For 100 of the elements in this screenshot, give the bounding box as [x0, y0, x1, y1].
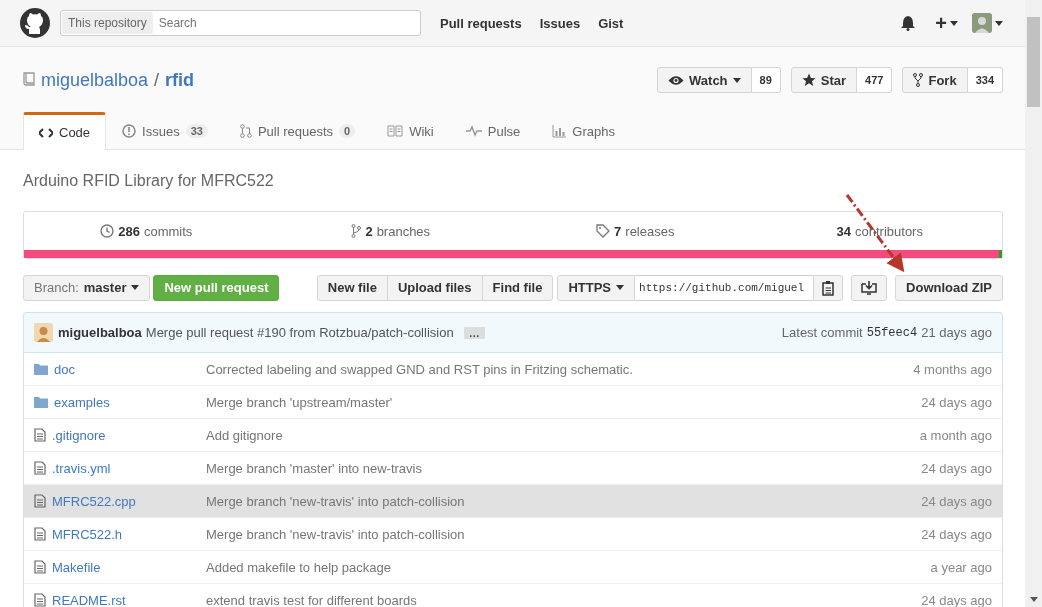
- commit-message-link[interactable]: Added makefile to help package: [206, 559, 931, 575]
- file-link[interactable]: .travis.yml: [52, 460, 111, 476]
- latest-commit-label: Latest commit: [781, 325, 863, 340]
- octocat-logo-icon: [20, 8, 50, 38]
- copy-button[interactable]: [813, 274, 844, 301]
- file-icon: [34, 560, 46, 574]
- caret-icon: [950, 20, 958, 26]
- file-button[interactable]: Find file: [481, 274, 554, 301]
- expand-button[interactable]: …: [463, 326, 485, 339]
- star-button[interactable]: Star: [790, 67, 858, 93]
- tag-icon: [596, 224, 611, 238]
- commit-message-link[interactable]: Corrected labeling and swapped GND and RST pins in Fritzing schematic.: [206, 361, 914, 377]
- file-link[interactable]: .gitignore: [52, 427, 106, 443]
- commit-message[interactable]: Merge pull request #190 from Rotzbua/patch-collision: [145, 325, 454, 340]
- file-button[interactable]: New file: [316, 274, 388, 301]
- branch-icon: [351, 224, 362, 238]
- file-link[interactable]: MFRC522.cpp: [52, 493, 136, 509]
- contributors-link[interactable]: 34 contributors: [757, 212, 1002, 250]
- repo-tab[interactable]: Issues 33: [106, 112, 224, 149]
- scope-label: This repository: [62, 12, 153, 34]
- file-age: 24 days ago: [921, 460, 992, 476]
- pull-request-icon: [239, 124, 252, 138]
- star-count[interactable]: 477: [857, 67, 893, 93]
- file-age: 24 days ago: [921, 592, 992, 607]
- folder-icon: [34, 363, 48, 375]
- repo-tab[interactable]: Pull requests 0: [223, 112, 372, 149]
- commit-sha[interactable]: 55feec4: [866, 325, 918, 340]
- protocol-dropdown[interactable]: HTTPS: [557, 274, 636, 301]
- book-icon: [387, 125, 404, 137]
- branch-selector[interactable]: Branch: master: [23, 274, 151, 301]
- file-icon: [34, 461, 46, 475]
- watch-count[interactable]: 89: [751, 67, 781, 93]
- commit-message-link[interactable]: Merge branch 'new-travis' into patch-collision: [206, 526, 922, 542]
- user-menu-button[interactable]: [972, 13, 1003, 33]
- nav-link[interactable]: Issues: [539, 15, 581, 31]
- code-icon: [39, 126, 53, 139]
- bell-icon: [901, 15, 916, 31]
- scroll-down-arrow-icon: [1029, 597, 1038, 602]
- commit-message-link[interactable]: Merge branch 'upstream/master': [206, 394, 922, 410]
- commit-message-link[interactable]: Add gitignore: [206, 427, 920, 443]
- search-bar[interactable]: This repository Search: [60, 10, 421, 36]
- commit-message-link[interactable]: Merge branch 'new-travis' into patch-collision: [206, 493, 922, 509]
- pulse-icon: [465, 125, 482, 137]
- releases-link[interactable]: 7 releases: [513, 212, 758, 250]
- file-icon: [34, 593, 46, 607]
- commit-author[interactable]: miguelbalboa: [58, 325, 142, 340]
- clone-url-field[interactable]: https://github.com/miguel: [635, 274, 814, 301]
- avatar-icon: [34, 323, 53, 342]
- download-zip-button[interactable]: Download ZIP: [895, 274, 1003, 301]
- file-link[interactable]: Makefile: [52, 559, 101, 575]
- nav-link[interactable]: Gist: [598, 15, 624, 31]
- file-icon: [34, 494, 46, 508]
- file-link[interactable]: MFRC522.h: [52, 526, 123, 542]
- scrollbar[interactable]: [1025, 0, 1042, 607]
- file-link[interactable]: doc: [54, 361, 75, 377]
- folder-icon: [34, 396, 48, 408]
- file-age: 24 days ago: [921, 493, 992, 509]
- caret-icon: [616, 285, 625, 290]
- eye-icon: [668, 74, 685, 86]
- counter-badge: 0: [339, 124, 356, 138]
- clipboard-icon: [821, 279, 836, 296]
- star-icon: [801, 73, 816, 87]
- path-separator: /: [154, 69, 160, 91]
- file-age: 24 days ago: [921, 526, 992, 542]
- repo-tab[interactable]: Wiki: [371, 112, 450, 149]
- file-link[interactable]: README.rst: [52, 592, 126, 607]
- nav-link[interactable]: Pull requests: [440, 15, 522, 31]
- desktop-download-icon: [861, 280, 878, 295]
- branches-link[interactable]: 2 branches: [268, 212, 513, 250]
- issue-icon: [122, 124, 137, 138]
- file-age: a year ago: [930, 559, 992, 575]
- repo-description: Arduino RFID Library for MFRC522: [23, 171, 275, 191]
- scrollbar-thumb[interactable]: [1027, 17, 1040, 107]
- repo-icon: [23, 72, 35, 88]
- bar-graph-icon: [552, 124, 567, 138]
- owner-link[interactable]: miguelbalboa: [41, 69, 149, 91]
- open-in-desktop-button[interactable]: [851, 274, 888, 301]
- file-icon: [34, 428, 46, 442]
- commits-link[interactable]: 286 commits: [24, 212, 269, 250]
- file-age: a month ago: [919, 427, 992, 443]
- watch-button[interactable]: Watch: [657, 67, 752, 93]
- file-icon: [34, 527, 46, 541]
- counter-badge: 33: [185, 124, 208, 138]
- repo-tab[interactable]: Pulse: [449, 112, 537, 149]
- create-new-button[interactable]: +: [935, 13, 958, 33]
- history-icon: [100, 224, 115, 238]
- file-link[interactable]: examples: [54, 394, 110, 410]
- fork-count[interactable]: 334: [967, 67, 1003, 93]
- repo-tab[interactable]: Code: [23, 112, 107, 150]
- commit-time: 21 days ago: [921, 325, 992, 340]
- fork-icon: [913, 73, 924, 87]
- repo-name-link[interactable]: rfid: [165, 69, 195, 91]
- commit-message-link[interactable]: extend travis test for different boards: [206, 592, 922, 607]
- caret-icon: [732, 77, 741, 83]
- repo-tab[interactable]: Graphs: [536, 112, 631, 149]
- search-field[interactable]: Search: [156, 15, 419, 31]
- commit-message-link[interactable]: Merge branch 'master' into new-travis: [206, 460, 922, 476]
- file-button[interactable]: Upload files: [386, 274, 483, 301]
- fork-button[interactable]: Fork: [902, 67, 968, 93]
- avatar-icon: [972, 13, 992, 33]
